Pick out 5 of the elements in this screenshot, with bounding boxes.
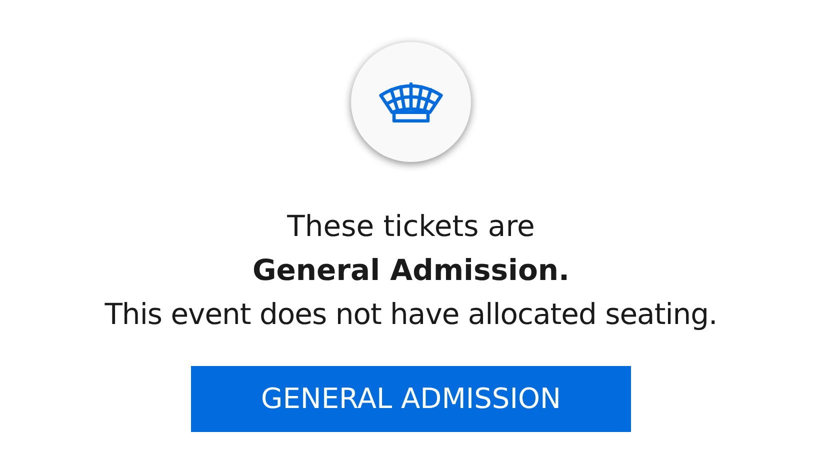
message-text: This event does not have allocated seating.: [104, 296, 718, 333]
message-text: These tickets are: [287, 208, 535, 245]
general-admission-button[interactable]: GENERAL ADMISSION: [191, 366, 631, 432]
message-heading: General Admission.: [252, 252, 570, 289]
stadium-icon: [378, 80, 444, 124]
